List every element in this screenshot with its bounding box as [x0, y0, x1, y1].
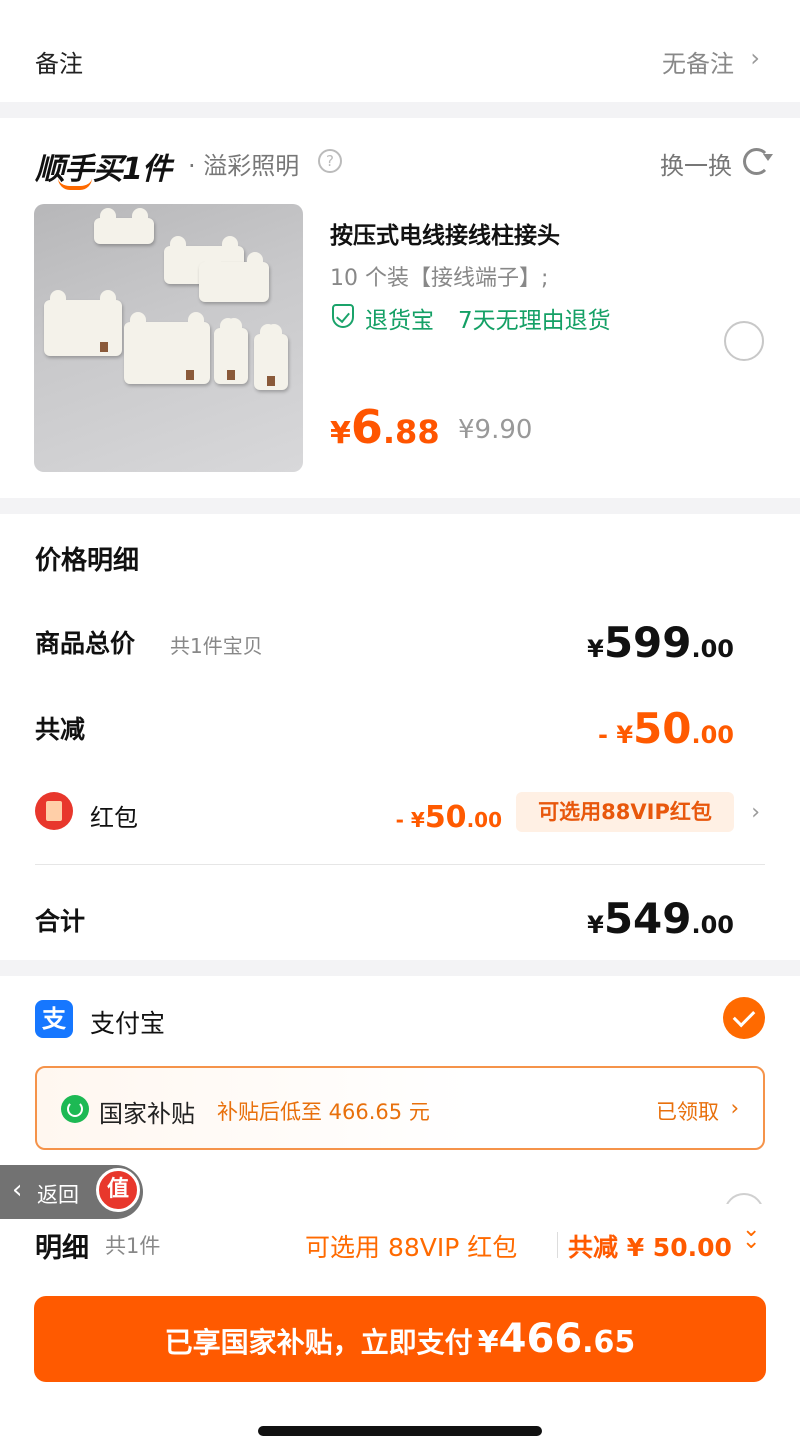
payment-card: 支 支付宝 国家补贴 补贴后低至 466.65 元 已领取 › 明细 共1件 可…	[0, 976, 800, 1451]
checkout-bar: 明细 共1件 可选用 88VIP 红包 共减 ¥ 50.00 ⌄ ⌄ 已享国家补贴…	[0, 1204, 800, 1451]
return-guarantee-badge: 退货宝	[365, 308, 434, 334]
red-packet-icon	[35, 792, 73, 830]
section-title: 价格明细	[35, 546, 140, 576]
detail-count: 共1件	[105, 1234, 161, 1258]
subsidy-title: 国家补贴	[99, 1100, 195, 1128]
brand-smile-icon	[58, 178, 92, 190]
alipay-option[interactable]: 支付宝	[90, 1004, 165, 1040]
remark-row[interactable]: 备注 无备注 ›	[0, 0, 800, 102]
product-image[interactable]	[34, 204, 303, 472]
goods-count: 共1件宝贝	[170, 634, 263, 658]
expand-chevron-icon[interactable]: ⌄ ⌄	[742, 1219, 760, 1253]
total-label: 合计	[35, 907, 86, 936]
goods-total-label: 商品总价	[35, 629, 136, 658]
goods-total-amount: ¥599.00	[587, 618, 734, 667]
shield-check-icon	[332, 304, 354, 328]
chevron-right-icon[interactable]: ›	[751, 800, 760, 825]
product-price: ¥6.88	[330, 400, 440, 454]
subsidy-description: 补贴后低至 466.65 元	[217, 1100, 430, 1124]
price-detail-card: 价格明细 商品总价 共1件宝贝 ¥599.00 共减 - ¥50.00 红包 -…	[0, 514, 800, 960]
subsidy-status[interactable]: 已领取	[656, 1096, 719, 1126]
product-title[interactable]: 按压式电线接线柱接头	[330, 216, 560, 250]
add-bundle-checkbox[interactable]	[724, 321, 764, 361]
discount-amount: - ¥50.00	[598, 704, 734, 753]
red-packet-amount: - ¥50.00	[395, 800, 502, 835]
bundle-shop-name: · 溢彩照明	[188, 152, 300, 180]
divider	[35, 864, 765, 865]
refresh-icon[interactable]	[743, 148, 773, 175]
home-indicator[interactable]	[258, 1426, 542, 1436]
pay-now-button[interactable]: 已享国家补贴，立即支付 ¥466.65	[34, 1296, 766, 1382]
product-spec: 10 个装【接线端子】;	[330, 266, 549, 291]
detail-toggle[interactable]: 明细	[35, 1226, 89, 1265]
selected-check-icon[interactable]	[723, 997, 765, 1039]
remark-value: 无备注	[662, 50, 734, 78]
back-label: 返回	[37, 1183, 79, 1207]
return-policy-text: 7天无理由退货	[458, 308, 611, 334]
floating-back-button[interactable]: ‹ 返回 值	[0, 1165, 143, 1219]
discount-label: 共减	[35, 715, 86, 744]
bundle-brand-logo: 顺手买1件	[35, 152, 172, 187]
alipay-icon: 支	[35, 1000, 73, 1038]
product-original-price: ¥9.90	[458, 415, 533, 445]
total-amount: ¥549.00	[587, 894, 734, 943]
chevron-left-icon: ‹	[12, 1175, 23, 1205]
subsidy-icon	[61, 1095, 89, 1123]
chevron-right-icon: ›	[750, 44, 760, 72]
swap-button[interactable]: 换一换	[660, 146, 732, 181]
bundle-buy-card: 顺手买1件 · 溢彩照明 ? 换一换 按压式电线接线柱接头 10 个装【接线端子…	[0, 118, 800, 498]
red-packet-label: 红包	[90, 804, 138, 832]
vip-red-packet-tag[interactable]: 可选用88VIP红包	[516, 792, 734, 832]
remark-label: 备注	[35, 50, 83, 78]
zhi-badge-icon: 值	[96, 1168, 140, 1212]
national-subsidy-banner[interactable]: 国家补贴 补贴后低至 466.65 元 已领取 ›	[35, 1066, 765, 1150]
divider	[557, 1232, 558, 1258]
help-icon[interactable]: ?	[318, 149, 342, 173]
vip-red-packet-hint[interactable]: 可选用 88VIP 红包	[305, 1228, 517, 1264]
total-discount: 共减 ¥ 50.00	[568, 1233, 732, 1262]
chevron-right-icon[interactable]: ›	[731, 1096, 739, 1120]
